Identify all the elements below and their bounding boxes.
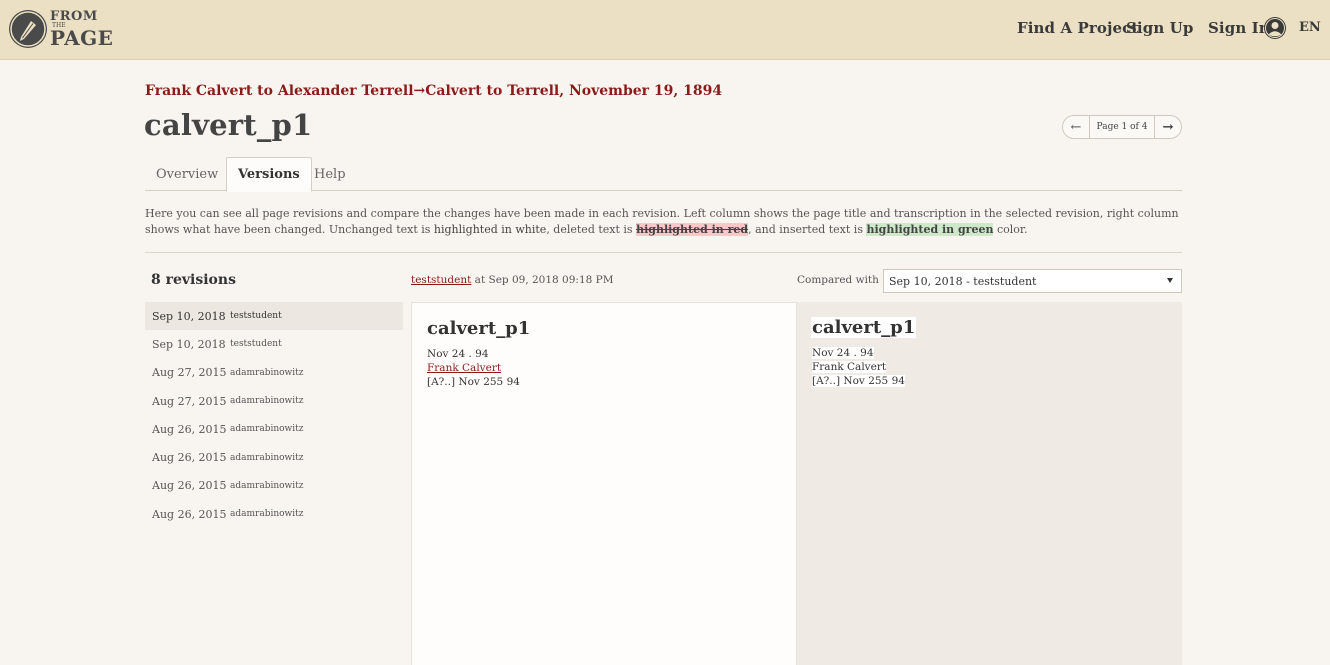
diff-unchanged-line: Frank Calvert (812, 361, 887, 373)
revision-transcription: Nov 24 . 94 Frank Calvert [A?..] Nov 255… (427, 347, 520, 389)
revision-item[interactable]: Aug 26, 2015 adamrabinowitz (145, 472, 403, 500)
user-icon[interactable] (1264, 17, 1286, 39)
revision-list: Sep 10, 2018 teststudent Sep 10, 2018 test… (145, 302, 403, 528)
revision-item[interactable]: Aug 26, 2015 adamrabinowitz (145, 443, 403, 471)
revision-user: adamrabinowitz (230, 367, 304, 378)
chevron-down-icon (1167, 278, 1173, 283)
selected-revision-meta: teststudent at Sep 09, 2018 09:18 PM (411, 274, 613, 286)
subject-link[interactable]: Frank Calvert (427, 362, 501, 374)
desc-text-3: , and inserted text is (748, 223, 867, 236)
desc-text-2: , deleted text is (546, 223, 637, 236)
revision-page-title: calvert_p1 (427, 318, 531, 339)
versions-description: Here you can see all page revisions and … (145, 206, 1182, 238)
revisions-count: 8 revisions (151, 272, 236, 288)
tab-help[interactable]: Help (303, 157, 357, 191)
revision-date: Aug 26, 2015 (152, 479, 227, 493)
transcription-line: [A?..] Nov 255 94 (427, 376, 520, 388)
compare-revision-select[interactable]: Sep 10, 2018 - teststudent (883, 269, 1182, 293)
pen-nib-icon (9, 10, 47, 48)
revision-date: Aug 26, 2015 (152, 451, 227, 465)
site-logo[interactable]: FROM THE PAGE (9, 10, 113, 48)
revision-content-panel: calvert_p1 Nov 24 . 94 Frank Calvert [A?… (411, 302, 797, 665)
revision-item[interactable]: Sep 10, 2018 teststudent (145, 302, 403, 331)
nav-find-project[interactable]: Find A Project (1017, 19, 1138, 37)
compare-label: Compared with (797, 274, 879, 286)
breadcrumb-separator: → (413, 83, 426, 99)
revision-date: Aug 26, 2015 (152, 422, 227, 436)
previous-page-button[interactable]: ← (1063, 116, 1089, 138)
revision-user: adamrabinowitz (230, 424, 304, 435)
logo-text: FROM THE PAGE (50, 10, 113, 48)
nav-sign-up[interactable]: Sign Up (1126, 19, 1193, 37)
language-selector[interactable]: EN (1299, 20, 1321, 35)
revision-date: Aug 26, 2015 (152, 507, 227, 521)
breadcrumb-work[interactable]: Calvert to Terrell, November 19, 1894 (425, 83, 722, 99)
compare-selected-value: Sep 10, 2018 - teststudent (889, 274, 1037, 288)
logo-line-page: PAGE (50, 26, 114, 50)
revision-date: Aug 27, 2015 (152, 394, 227, 408)
revision-item[interactable]: Aug 26, 2015 adamrabinowitz (145, 500, 403, 528)
next-page-button[interactable]: → (1155, 116, 1181, 138)
revision-date: Aug 27, 2015 (152, 366, 227, 380)
breadcrumb-collection[interactable]: Frank Calvert to Alexander Terrell (145, 83, 414, 99)
page-pager: ← Page 1 of 4 → (1062, 115, 1182, 139)
diff-unchanged-line: Nov 24 . 94 (812, 347, 874, 359)
revision-user: adamrabinowitz (230, 509, 304, 520)
diff-page-title: calvert_p1 (811, 317, 917, 338)
tab-versions[interactable]: Versions (226, 157, 312, 192)
section-divider (145, 252, 1182, 253)
revision-user: adamrabinowitz (230, 452, 304, 463)
revision-timestamp: at Sep 09, 2018 09:18 PM (471, 274, 614, 286)
breadcrumb: Frank Calvert to Alexander Terrell→Calve… (145, 83, 722, 99)
desc-text-4: color. (993, 223, 1028, 236)
revision-item[interactable]: Aug 27, 2015 adamrabinowitz (145, 359, 403, 387)
diff-transcription: Nov 24 . 94 Frank Calvert [A?..] Nov 255… (812, 346, 905, 388)
page-indicator: Page 1 of 4 (1089, 116, 1155, 138)
revision-item[interactable]: Sep 10, 2018 teststudent (145, 330, 403, 358)
diff-unchanged-line: [A?..] Nov 255 94 (812, 375, 905, 387)
revision-item[interactable]: Aug 27, 2015 adamrabinowitz (145, 387, 403, 415)
revision-date: Sep 10, 2018 (152, 337, 226, 351)
diff-panel: calvert_p1 Nov 24 . 94 Frank Calvert [A?… (797, 302, 1182, 665)
revision-user: teststudent (230, 311, 282, 322)
revision-user: adamrabinowitz (230, 396, 304, 407)
site-header: FROM THE PAGE Find A Project Sign Up Sig… (0, 0, 1330, 60)
revision-user: teststudent (230, 339, 282, 350)
revision-item[interactable]: Aug 26, 2015 adamrabinowitz (145, 415, 403, 443)
tab-overview[interactable]: Overview (145, 157, 229, 191)
page-tabs: Overview Versions Help (145, 157, 1182, 192)
nav-sign-in[interactable]: Sign In (1208, 19, 1270, 37)
desc-inserted-sample: highlighted in green (866, 223, 994, 236)
revision-author-link[interactable]: teststudent (411, 274, 471, 286)
transcription-line: Nov 24 . 94 (427, 348, 489, 360)
page-title: calvert_p1 (144, 108, 313, 142)
revision-date: Sep 10, 2018 (152, 309, 226, 323)
desc-deleted-sample: highlighted in red (636, 223, 749, 236)
desc-unchanged-sample: highlighted in white (433, 223, 547, 236)
revision-user: adamrabinowitz (230, 480, 304, 491)
